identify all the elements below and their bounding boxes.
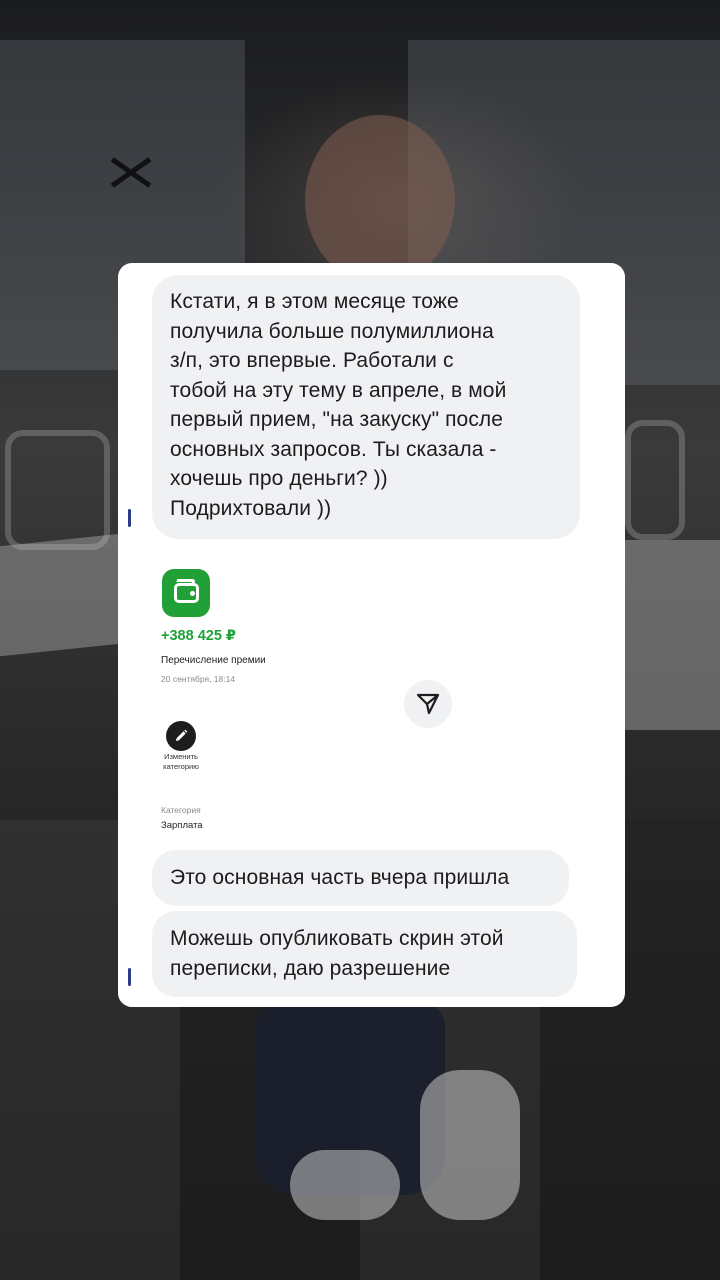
background-shoe	[420, 1070, 520, 1220]
category-value: Зарплата	[161, 820, 203, 831]
message-bubble-third: Можешь опубликовать скрин этой переписки…	[152, 911, 577, 997]
pencil-icon	[176, 729, 188, 741]
background-person-head	[305, 115, 455, 285]
transaction-amount: +388 425 ₽	[161, 628, 236, 644]
background-chair	[625, 420, 685, 540]
message-bubble-second: Это основная часть вчера пришла	[152, 850, 569, 906]
edit-category-button[interactable]	[166, 721, 196, 751]
send-button[interactable]	[404, 680, 452, 728]
background-table	[0, 533, 120, 657]
wallet-icon	[162, 569, 210, 617]
edit-category-label: Изменить категорию	[163, 752, 199, 771]
background-cross-mark	[108, 150, 154, 196]
send-icon	[416, 693, 440, 715]
background-table	[625, 540, 720, 730]
background-chair	[5, 430, 110, 550]
edge-marker	[128, 968, 131, 986]
category-label: Категория	[161, 805, 201, 815]
screenshot-card: Кстати, я в этом месяце тоже получила бо…	[118, 263, 625, 1007]
transaction-date: 20 сентября, 18:14	[161, 674, 236, 684]
transaction-description: Перечисление премии	[161, 655, 266, 666]
edge-marker	[128, 509, 131, 527]
background-shoe	[290, 1150, 400, 1220]
message-bubble-first: Кстати, я в этом месяце тоже получила бо…	[152, 275, 580, 539]
